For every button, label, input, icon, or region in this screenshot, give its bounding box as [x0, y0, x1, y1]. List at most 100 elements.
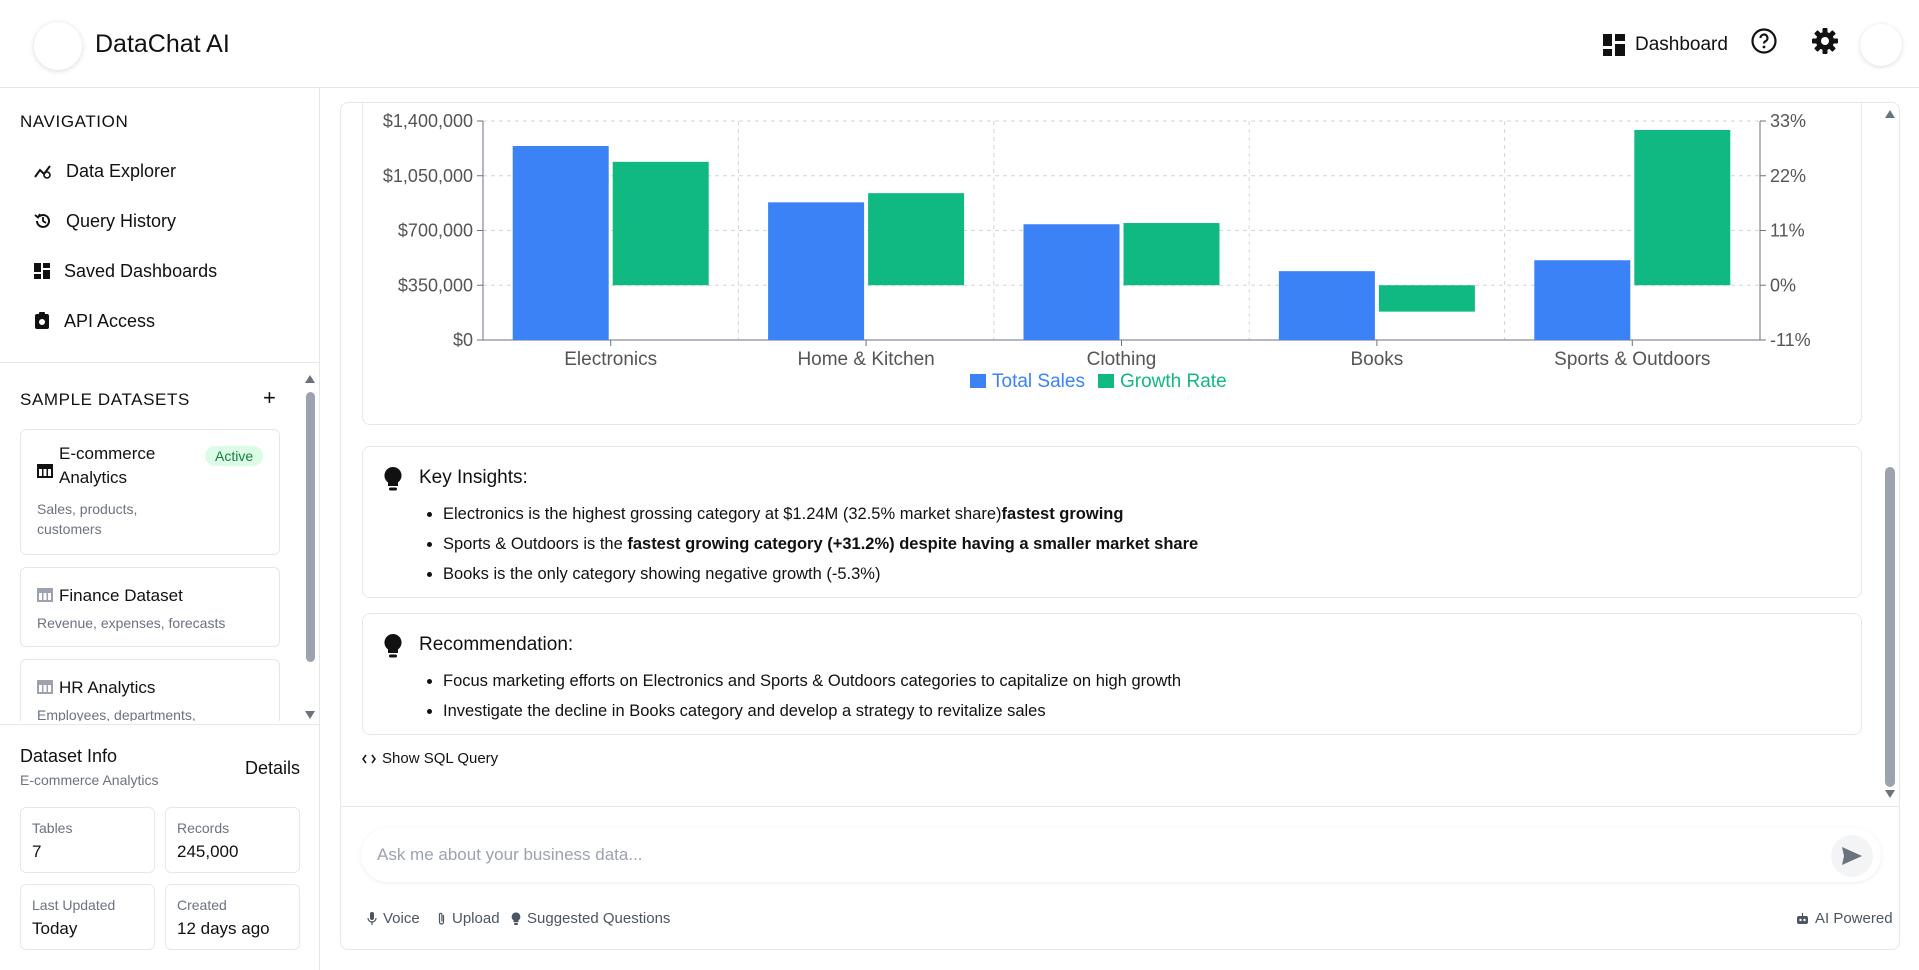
- gear-icon[interactable]: [1811, 27, 1839, 55]
- x-tick-label: Sports & Outdoors: [1554, 349, 1710, 370]
- stat-value: 245,000: [177, 842, 239, 861]
- table-icon: [37, 588, 53, 602]
- dashboard-label: Dashboard: [1635, 34, 1728, 55]
- stat-label: Records: [177, 820, 230, 836]
- stat-value: 7: [32, 842, 42, 861]
- legend-swatch-total-sales: [970, 374, 986, 388]
- dataset-description: Revenue, expenses, forecasts: [37, 615, 226, 631]
- sidebar-item-query-history[interactable]: Query History: [34, 206, 176, 236]
- suggested-questions-label: Suggested Questions: [527, 910, 671, 927]
- list-item: Investigate the decline in Books categor…: [443, 696, 1181, 726]
- bar-total-sales: [1534, 260, 1631, 340]
- scrollbar-thumb[interactable]: [1885, 467, 1895, 787]
- scrollbar-thumb[interactable]: [306, 392, 315, 662]
- upload-label: Upload: [452, 910, 500, 927]
- ai-powered-label: AI Powered: [1815, 910, 1893, 927]
- y-tick-label: $1,050,000: [383, 166, 473, 186]
- key-insights-card: Key Insights: Electronics is the highest…: [362, 446, 1862, 598]
- list-item: Sports & Outdoors is the fastest growing…: [443, 529, 1198, 559]
- insight-text: Books is the only category showing negat…: [443, 565, 881, 583]
- sidebar-scrollbar[interactable]: [302, 374, 318, 720]
- chat-panel: $0 $350,000 $700,000 $1,050,000 $1,400,000 -1…: [340, 102, 1900, 950]
- bar-growth-rate: [1378, 285, 1475, 312]
- legend-label-growth-rate: Growth Rate: [1120, 371, 1227, 392]
- list-item: Focus marketing efforts on Electronics a…: [443, 666, 1181, 696]
- list-item: Electronics is the highest grossing cate…: [443, 499, 1198, 529]
- sidebar-item-label: Saved Dashboards: [64, 260, 218, 281]
- dashboard-icon: [1603, 34, 1625, 56]
- stat-tables: Tables 7: [20, 807, 155, 873]
- show-sql-button[interactable]: Show SQL Query: [362, 750, 498, 767]
- dataset-card-hr[interactable]: HR Analytics Employees, departments,: [20, 659, 280, 721]
- legend-swatch-growth-rate: [1098, 374, 1114, 388]
- scroll-down-icon[interactable]: [304, 710, 316, 720]
- voice-button[interactable]: Voice: [367, 910, 420, 927]
- dataset-description: Sales, products, customers: [37, 501, 138, 537]
- bar-total-sales: [768, 202, 865, 340]
- status-badge: Active: [205, 446, 264, 466]
- lightbulb-icon: [384, 466, 402, 491]
- bar-growth-rate: [1634, 129, 1731, 286]
- card-title: Recommendation:: [419, 634, 574, 655]
- dashboard-icon: [34, 263, 50, 279]
- x-tick-label: Clothing: [1087, 349, 1157, 370]
- dataset-info-subtitle: E-commerce Analytics: [20, 772, 159, 788]
- show-sql-label: Show SQL Query: [382, 750, 499, 767]
- divider: [0, 724, 320, 725]
- code-icon: [362, 754, 376, 763]
- upload-button[interactable]: Upload: [437, 910, 500, 927]
- sidebar-item-saved-dashboards[interactable]: Saved Dashboards: [34, 256, 217, 286]
- divider: [341, 806, 1899, 807]
- sidebar-item-label: Query History: [66, 210, 177, 231]
- insight-bold: fastest growing: [1001, 505, 1124, 523]
- stat-records: Records 245,000: [165, 807, 300, 873]
- microphone-icon: [367, 911, 377, 925]
- add-dataset-button[interactable]: +: [263, 385, 276, 411]
- avatar[interactable]: [1860, 24, 1902, 66]
- dataset-card-finance[interactable]: Finance Dataset Revenue, expenses, forec…: [20, 567, 280, 647]
- chat-input-container: [361, 828, 1881, 882]
- y2-tick-label: 22%: [1770, 166, 1806, 186]
- sidebar-item-data-explorer[interactable]: Data Explorer: [34, 156, 176, 186]
- table-icon: [37, 680, 53, 694]
- insight-text: Sports & Outdoors is the: [443, 535, 628, 553]
- details-button[interactable]: Details: [245, 758, 300, 779]
- nav-title: NAVIGATION: [20, 112, 129, 131]
- y-tick-label: $0: [453, 330, 473, 350]
- main-area: $0 $350,000 $700,000 $1,050,000 $1,400,000 -1…: [320, 88, 1919, 970]
- sidebar-item-label: Data Explorer: [66, 160, 177, 181]
- table-icon: [37, 464, 53, 478]
- sidebar-item-api-access[interactable]: API Access: [34, 306, 155, 336]
- list-item: Books is the only category showing negat…: [443, 559, 1198, 589]
- lightbulb-icon: [384, 633, 402, 658]
- recommendation-card: Recommendation: Focus marketing efforts …: [362, 613, 1862, 735]
- suggested-questions-button[interactable]: Suggested Questions: [511, 910, 670, 927]
- sidebar: NAVIGATION Data Explorer Query History S…: [0, 88, 320, 970]
- ai-powered-indicator: AI Powered: [1796, 910, 1893, 927]
- dashboard-button[interactable]: Dashboard: [1603, 32, 1728, 58]
- bar-total-sales: [1278, 271, 1375, 340]
- scroll-down-icon[interactable]: [1884, 789, 1896, 799]
- history-icon: [34, 213, 50, 228]
- chat-scrollbar[interactable]: [1881, 103, 1899, 803]
- chat-input[interactable]: [377, 828, 1777, 882]
- dataset-card-ecommerce[interactable]: E-commerce Analytics Active Sales, produ…: [20, 429, 280, 555]
- dataset-name: E-commerce Analytics: [59, 444, 156, 487]
- stat-label: Created: [177, 897, 227, 913]
- insight-text: Electronics is the highest grossing cate…: [443, 505, 1002, 523]
- dataset-name: HR Analytics: [59, 678, 156, 697]
- dataset-name: Finance Dataset: [59, 586, 183, 605]
- robot-icon: [1797, 912, 1808, 924]
- voice-label: Voice: [383, 910, 420, 927]
- insight-bold: fastest growing category (+31.2%) despit…: [627, 535, 1199, 553]
- x-tick-label: Home & Kitchen: [797, 349, 934, 370]
- scroll-up-icon[interactable]: [1884, 109, 1896, 119]
- help-icon[interactable]: [1750, 27, 1778, 55]
- lightbulb-icon: [511, 912, 521, 925]
- stat-value: 12 days ago: [177, 919, 270, 938]
- bar-total-sales: [1023, 224, 1120, 340]
- divider: [0, 362, 320, 363]
- send-button[interactable]: [1831, 835, 1873, 877]
- y2-tick-label: 33%: [1770, 111, 1806, 131]
- scroll-up-icon[interactable]: [304, 374, 316, 384]
